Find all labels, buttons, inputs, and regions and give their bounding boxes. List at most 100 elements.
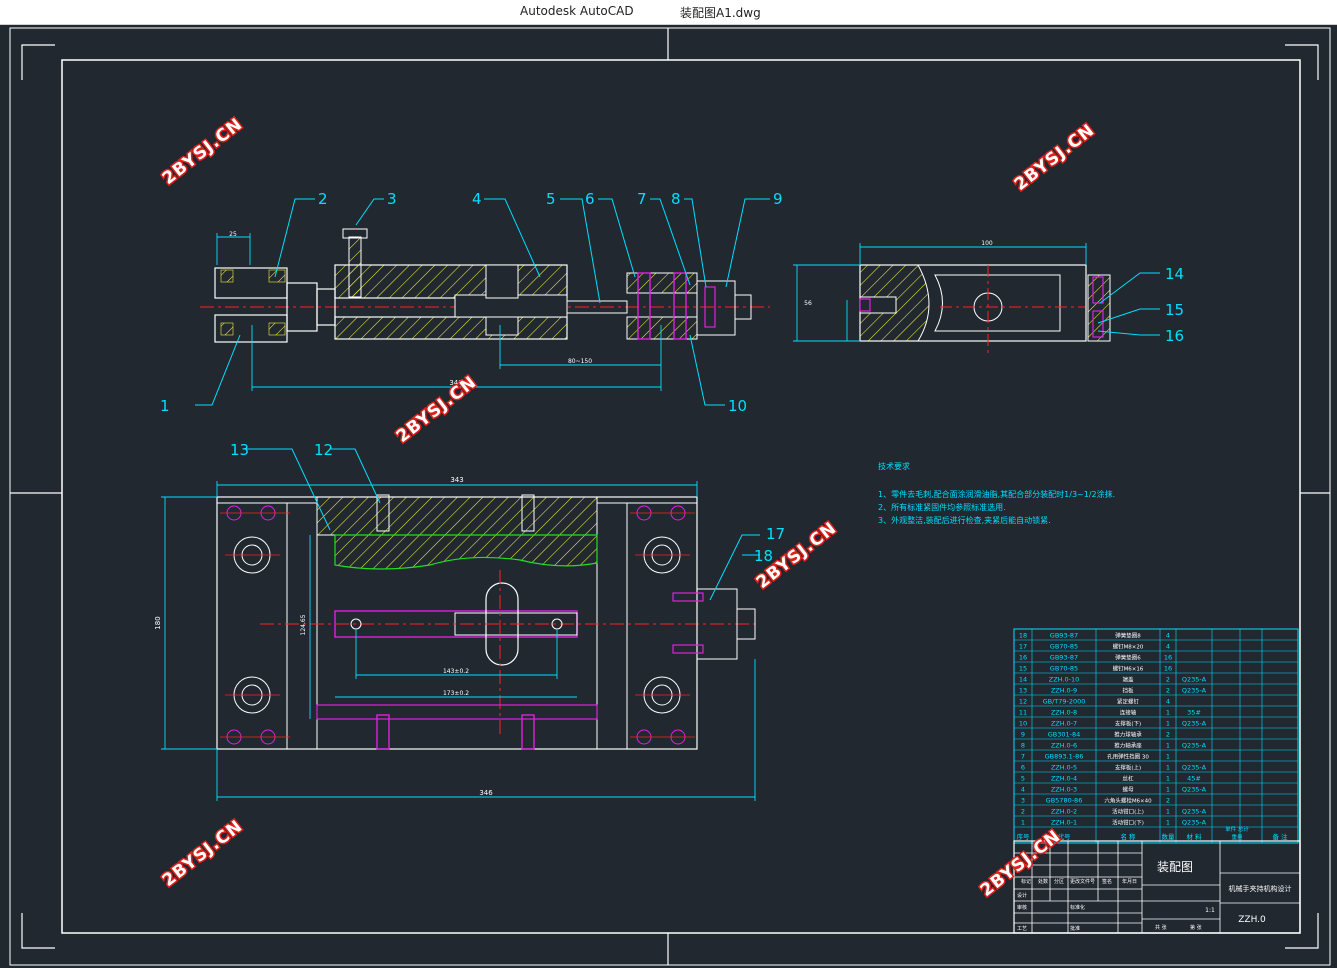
bom-cell-qty: 1: [1166, 720, 1170, 728]
tech-item-2: 2、所有标准紧固件均参照标准选用.: [878, 502, 1006, 512]
bom-cell-name: 螺钉M8×20: [1113, 643, 1144, 651]
bom-cell-qty: 1: [1166, 753, 1170, 761]
bom-cell-code: GB301-84: [1048, 731, 1081, 739]
callout-12: 12: [314, 441, 333, 459]
bom-cell-code: GB/T79-2000: [1043, 698, 1086, 706]
bom-cell-qty: 2: [1166, 687, 1170, 695]
app-name: Autodesk AutoCAD: [520, 4, 634, 18]
callout-1: 1: [160, 397, 170, 415]
bom-cell-no: 11: [1019, 709, 1027, 717]
bom-cell-qty: 1: [1166, 775, 1170, 783]
callout-6: 6: [585, 190, 595, 208]
bom-header-mat: 材 料: [1186, 832, 1202, 841]
dim-front-travel: 80~150: [568, 358, 592, 365]
callout-9: 9: [773, 190, 783, 208]
bom-cell-no: 2: [1021, 808, 1025, 816]
callout-7: 7: [637, 190, 647, 208]
bom-cell-mat: Q235-A: [1182, 720, 1207, 728]
bom-cell-no: 3: [1021, 797, 1025, 805]
bom-cell-no: 14: [1019, 676, 1027, 684]
dim-inner-height: 124.65: [300, 614, 307, 635]
bom-cell-code: ZZH.0-8: [1051, 709, 1077, 717]
bom-cell-mat: Q235-A: [1182, 687, 1207, 695]
bom-cell-no: 12: [1019, 698, 1027, 706]
watermark-3: 2BYSJ.CN: [393, 372, 481, 447]
bom-cell-no: 1: [1021, 819, 1025, 827]
bom-cell-qty: 16: [1164, 654, 1172, 662]
tb-zone: 分区: [1054, 878, 1064, 885]
bom-cell-name: 挡板: [1122, 687, 1134, 695]
bom-header-no: 序号: [1017, 832, 1031, 841]
callout-14: 14: [1165, 265, 1184, 283]
bom-cell-name: 端盖: [1122, 676, 1134, 684]
dim-base-len: 173±0.2: [443, 690, 469, 697]
bom-cell-code: ZZH.0-5: [1051, 764, 1077, 772]
callout-5: 5: [546, 190, 556, 208]
bom-cell-code: GB70-85: [1050, 665, 1078, 673]
dim-height-left: 180: [154, 616, 162, 629]
scale: 1:1: [1205, 907, 1215, 914]
bom-cell-code: ZZH.0-10: [1049, 676, 1080, 684]
bom-cell-name: 螺母: [1122, 786, 1134, 794]
bom-cell-mat: Q235-A: [1182, 764, 1207, 772]
dim-side-width: 100: [981, 240, 993, 247]
bom-cell-no: 9: [1021, 731, 1025, 739]
bom-cell-no: 16: [1019, 654, 1027, 662]
bom-cell-qty: 4: [1166, 632, 1170, 640]
callout-17: 17: [766, 525, 785, 543]
callout-4: 4: [472, 190, 482, 208]
callout-8: 8: [671, 190, 681, 208]
tb-design: 设计: [1017, 892, 1027, 899]
tb-sheet: 第 张: [1190, 924, 1202, 931]
bom-cell-code: GB5780-86: [1046, 797, 1083, 805]
bom-cell-qty: 2: [1166, 797, 1170, 805]
bom-cell-no: 17: [1019, 643, 1027, 651]
bom-cell-qty: 1: [1166, 808, 1170, 816]
bom-cell-no: 6: [1021, 764, 1025, 772]
bom-cell-no: 10: [1019, 720, 1027, 728]
dim-slot-len: 143±0.2: [443, 668, 469, 675]
bom-cell-qty: 4: [1166, 698, 1170, 706]
file-name: 装配图A1.dwg: [680, 6, 761, 20]
dim-top-overall-bottom: 346: [479, 789, 493, 797]
bom-cell-qty: 2: [1166, 676, 1170, 684]
bom-cell-name: 六角头螺栓M6×40: [1104, 797, 1152, 805]
callout-16: 16: [1165, 327, 1184, 345]
bom-cell-mat: Q235-A: [1182, 819, 1207, 827]
bom-cell-code: GB93-87: [1050, 632, 1078, 640]
bom-cell-no: 4: [1021, 786, 1025, 794]
bom-cell-qty: 1: [1166, 709, 1170, 717]
bom-cell-code: ZZH.0-2: [1051, 808, 1077, 816]
bom-cell-code: ZZH.0-4: [1051, 775, 1077, 783]
dim-top-overall: 343: [450, 476, 463, 484]
bom-cell-mat: Q235-A: [1182, 676, 1207, 684]
drawing-no: ZZH.0: [1238, 915, 1266, 925]
tech-item-3: 3、外观整洁,装配后进行检查,夹紧后能自动锁紧.: [878, 515, 1051, 525]
bom-cell-no: 15: [1019, 665, 1027, 673]
project-name: 机械手夹持机构设计: [1229, 884, 1292, 893]
tb-review: 审核: [1017, 904, 1027, 911]
bom-cell-qty: 1: [1166, 764, 1170, 772]
bom-cell-name: 丝杠: [1122, 775, 1134, 783]
bom-cell-mat: 35#: [1187, 709, 1201, 717]
front-view: 25 343 80~150: [200, 228, 770, 391]
bom-cell-code: ZZH.0-9: [1051, 687, 1077, 695]
bom-cell-name: 活动钳口(上): [1112, 808, 1144, 816]
bom-cell-qty: 2: [1166, 731, 1170, 739]
title-bar: Autodesk AutoCAD 装配图A1.dwg: [0, 0, 1337, 25]
bom-table: 18 GB93-87 弹簧垫圈8 417 GB70-85 螺钉M8×20 416 GB93-8…: [1013, 628, 1299, 844]
drawing-canvas[interactable]: 25 343 80~150 100 5 6 343 346 180 124.65 …: [0, 25, 1337, 968]
bom-cell-qty: 1: [1166, 786, 1170, 794]
tb-sign: 签名: [1102, 878, 1112, 885]
bom-cell-qty: 16: [1164, 665, 1172, 673]
bom-cell-no: 13: [1019, 687, 1027, 695]
drawing-name: 装配图: [1157, 860, 1193, 874]
bom-cell-qty: 4: [1166, 643, 1170, 651]
bom-cell-name: 连接轴: [1120, 709, 1137, 717]
bom-cell-name: 推力球轴承: [1114, 731, 1142, 739]
bom-cell-name: 弹簧垫圈6: [1115, 654, 1141, 662]
tb-date: 年月日: [1122, 878, 1137, 885]
bom-header-note: 备 注: [1272, 832, 1288, 841]
callout-10: 10: [728, 397, 747, 415]
bom-cell-name: 螺钉M6×16: [1113, 665, 1144, 673]
